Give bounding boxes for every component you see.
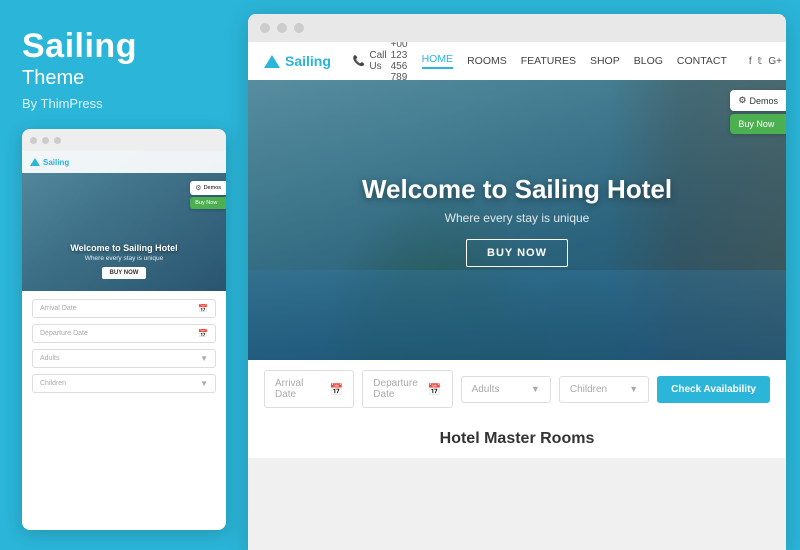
nav-link-contact[interactable]: CONTACT (677, 55, 727, 67)
browser-toolbar (248, 14, 786, 42)
rooms-section-title: Hotel Master Rooms (264, 430, 770, 448)
site-hero: ⚙ Demos Buy Now Welcome to Sailing Hotel… (248, 80, 786, 360)
site-navigation: Sailing 📞 Call Us +00 123 456 789 HOME R… (248, 42, 786, 80)
main-browser: Sailing 📞 Call Us +00 123 456 789 HOME R… (248, 14, 786, 550)
site-side-buttons: ⚙ Demos Buy Now (730, 90, 786, 134)
logo-triangle-icon (264, 55, 280, 68)
children-select[interactable]: Children ▼ (559, 376, 649, 403)
mini-logo-triangle-icon (30, 158, 40, 166)
hero-pool-decoration (248, 270, 786, 360)
buy-button[interactable]: Buy Now (730, 114, 786, 134)
nav-link-shop[interactable]: SHOP (590, 55, 620, 67)
calendar-icon-arrival: 📅 (330, 383, 344, 396)
hero-title: Welcome to Sailing Hotel (362, 174, 672, 205)
mini-browser-bar (22, 129, 226, 151)
hero-buy-button[interactable]: BUY NOW (466, 239, 568, 267)
mini-booking-form: Arrival Date 📅 Departure Date 📅 Adults ▼… (22, 291, 226, 401)
nav-link-rooms[interactable]: ROOMS (467, 55, 507, 67)
mini-logo: Sailing (30, 158, 69, 167)
rooms-section: Hotel Master Rooms (248, 418, 786, 458)
adults-select[interactable]: Adults ▼ (461, 376, 551, 403)
browser-dot-2 (277, 23, 287, 33)
left-panel: Sailing Theme By ThimPress Sailing ⚙ Dem… (0, 0, 248, 550)
nav-links: HOME ROOMS FEATURES SHOP BLOG CONTACT (422, 53, 727, 69)
nav-social: f 𝕥 G+ (749, 56, 782, 67)
browser-dot-1 (260, 23, 270, 33)
mini-calendar-icon-2: 📅 (198, 329, 208, 338)
mini-chevron-down-icon: ▼ (200, 354, 208, 363)
chevron-down-icon-children: ▼ (629, 384, 638, 394)
booking-bar: Arrival Date 📅 Departure Date 📅 Adults ▼… (248, 360, 786, 418)
mini-arrival-field[interactable]: Arrival Date 📅 (32, 299, 216, 318)
mini-children-select[interactable]: Children ▼ (32, 374, 216, 393)
nav-link-home[interactable]: HOME (422, 53, 454, 69)
brand-title: Sailing Theme By ThimPress (22, 28, 226, 129)
mini-departure-field[interactable]: Departure Date 📅 (32, 324, 216, 343)
nav-phone: 📞 Call Us +00 123 456 789 (353, 42, 408, 83)
twitter-icon[interactable]: 𝕥 (758, 56, 763, 67)
gear-icon-main: ⚙ (738, 95, 746, 106)
browser-dot-3 (294, 23, 304, 33)
mini-demos-button[interactable]: ⚙ Demos (190, 181, 226, 195)
departure-date-field[interactable]: Departure Date 📅 (362, 370, 452, 408)
mini-buy-button[interactable]: Buy Now (190, 197, 226, 209)
facebook-icon[interactable]: f (749, 56, 752, 67)
nav-link-blog[interactable]: BLOG (634, 55, 663, 67)
mini-hero: Sailing ⚙ Demos Buy Now Welcome to Saili… (22, 151, 226, 291)
mini-dot-3 (54, 137, 61, 144)
site-content: Sailing 📞 Call Us +00 123 456 789 HOME R… (248, 42, 786, 550)
check-availability-button[interactable]: Check Availability (657, 376, 770, 403)
mini-side-buttons: ⚙ Demos Buy Now (190, 181, 226, 209)
chevron-down-icon-adults: ▼ (531, 384, 540, 394)
calendar-icon-departure: 📅 (428, 383, 442, 396)
mini-browser-preview: Sailing ⚙ Demos Buy Now Welcome to Saili… (22, 129, 226, 530)
demos-button[interactable]: ⚙ Demos (730, 90, 786, 111)
mini-chevron-down-icon-2: ▼ (200, 379, 208, 388)
mini-calendar-icon: 📅 (198, 304, 208, 313)
mini-dot-2 (42, 137, 49, 144)
hero-subtitle: Where every stay is unique (445, 211, 590, 225)
arrival-date-field[interactable]: Arrival Date 📅 (264, 370, 354, 408)
mini-nav: Sailing (22, 151, 226, 173)
phone-icon: 📞 (353, 56, 365, 67)
mini-buy-now-button[interactable]: BUY NOW (102, 267, 147, 279)
site-logo: Sailing (264, 53, 331, 69)
googleplus-icon[interactable]: G+ (768, 56, 782, 67)
mini-adults-select[interactable]: Adults ▼ (32, 349, 216, 368)
mini-dot-1 (30, 137, 37, 144)
gear-icon: ⚙ (195, 184, 201, 192)
nav-link-features[interactable]: FEATURES (521, 55, 576, 67)
